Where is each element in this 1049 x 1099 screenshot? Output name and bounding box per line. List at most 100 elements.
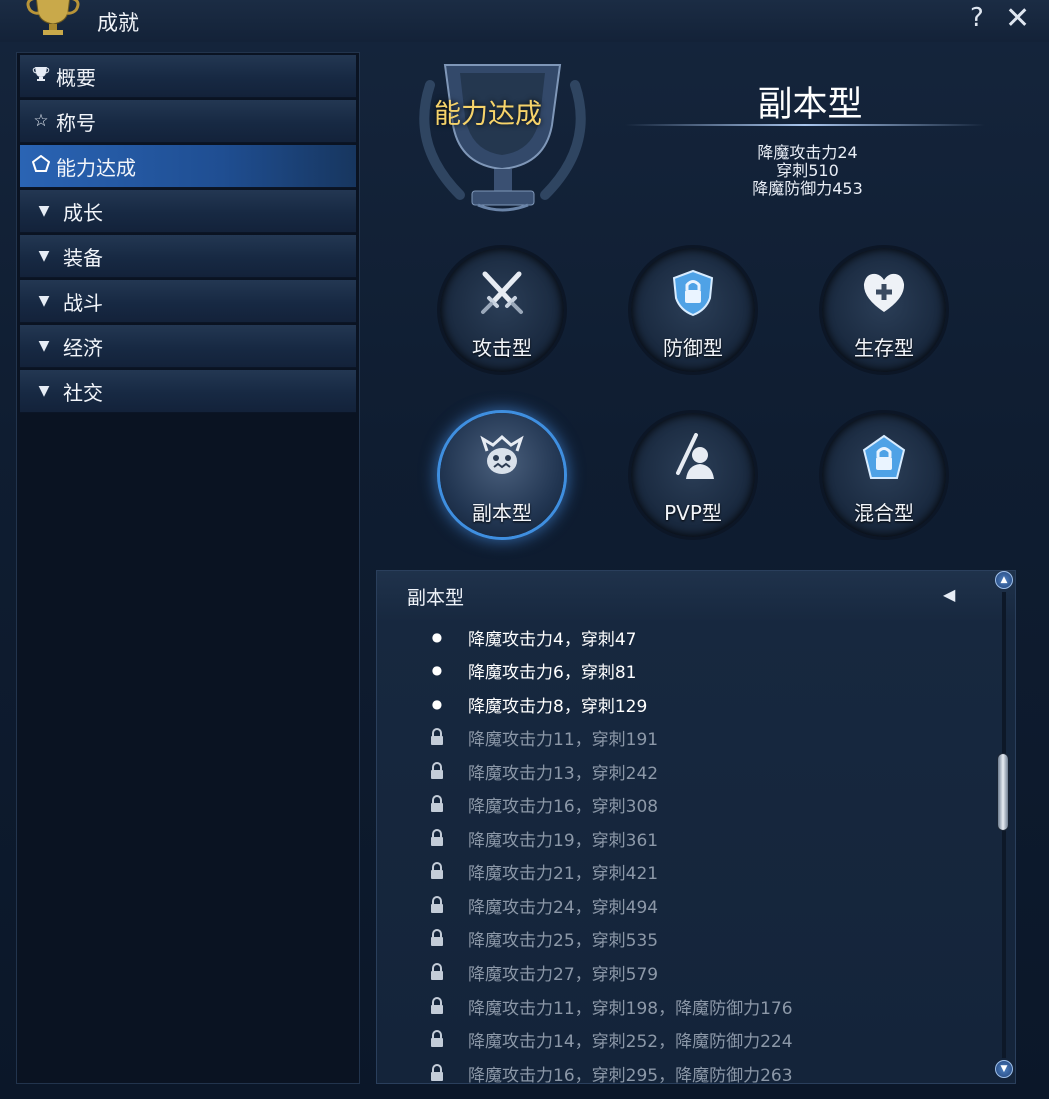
trophy-emblem-icon <box>419 64 586 212</box>
lock-icon <box>422 829 452 847</box>
help-button[interactable]: ? <box>970 3 984 33</box>
lock-icon <box>422 795 452 813</box>
sidebar-item-economy[interactable]: ▼ 经济 <box>20 325 356 368</box>
lock-icon <box>422 1064 452 1082</box>
type-label: PVP型 <box>664 501 722 525</box>
list-item-text: 降魔攻击力21，穿刺421 <box>468 863 659 884</box>
type-survival-button[interactable]: 生存型 <box>822 248 946 372</box>
sidebar-item-titles[interactable]: ☆ 称号 <box>20 100 356 143</box>
type-label: 攻击型 <box>472 336 532 360</box>
lock-icon <box>422 1030 452 1048</box>
stat-total: 降魔攻击力24 <box>757 143 858 162</box>
sidebar-item-social[interactable]: ▼ 社交 <box>20 370 356 413</box>
list-item-text: 降魔攻击力11，穿刺198，降魔防御力176 <box>468 998 793 1019</box>
list-item: 降魔攻击力14，穿刺252，降魔防御力224 <box>422 1024 793 1054</box>
type-label: 生存型 <box>854 336 914 360</box>
list-item-text: 降魔攻击力27，穿刺579 <box>468 964 659 985</box>
bullet-icon: ● <box>431 697 443 711</box>
lock-icon <box>422 728 452 746</box>
list-item-text: 降魔攻击力25，穿刺535 <box>468 930 659 951</box>
list-item-text: 降魔攻击力13，穿刺242 <box>468 763 659 784</box>
sidebar-item-label: 社交 <box>63 380 103 405</box>
lock-icon <box>422 929 452 947</box>
type-attack-button[interactable]: 攻击型 <box>440 248 564 372</box>
trophy-icon <box>26 0 80 35</box>
list-item: 降魔攻击力16，穿刺295，降魔防御力263 <box>422 1058 793 1084</box>
collapse-arrow-icon[interactable]: ◀ <box>943 585 955 604</box>
list-title: 副本型 <box>407 587 465 609</box>
list-item: ● 降魔攻击力8，穿刺129 <box>422 689 648 719</box>
triangle-down-icon: ▼ <box>38 383 50 399</box>
list-item-text: 降魔攻击力8，穿刺129 <box>468 696 648 717</box>
triangle-down-icon: ▼ <box>38 248 50 264</box>
pentagon-icon <box>30 154 52 178</box>
scroll-down-button[interactable]: ▼ <box>995 1060 1013 1078</box>
list-item: 降魔攻击力11，穿刺191 <box>422 722 658 752</box>
sidebar-item-label: 概要 <box>56 65 96 90</box>
list-item: 降魔攻击力11，穿刺198，降魔防御力176 <box>422 991 793 1021</box>
achievement-window: 成就 ? ✕ 概要 ☆ 称号 能力达成 ▼ 成长 ▼ 装备 ▼ 战斗 ▼ 经济 … <box>0 0 1049 1099</box>
close-button[interactable]: ✕ <box>1005 1 1030 36</box>
lock-icon <box>422 896 452 914</box>
list-item-text: 降魔攻击力16，穿刺295，降魔防御力263 <box>468 1065 793 1084</box>
sidebar-item-label: 成长 <box>63 200 103 225</box>
category-sidebar: 概要 ☆ 称号 能力达成 ▼ 成长 ▼ 装备 ▼ 战斗 ▼ 经济 ▼ 社交 <box>16 52 360 1084</box>
stat-total: 降魔防御力453 <box>752 179 863 198</box>
triangle-down-icon: ▼ <box>38 293 50 309</box>
shield-lock-icon <box>672 269 714 317</box>
list-item-text: 降魔攻击力14，穿刺252，降魔防御力224 <box>468 1031 793 1052</box>
sidebar-item-overview[interactable]: 概要 <box>20 55 356 98</box>
list-item-text: 降魔攻击力16，穿刺308 <box>468 796 659 817</box>
sidebar-item-label: 经济 <box>63 335 103 360</box>
list-item: 降魔攻击力19，穿刺361 <box>422 823 658 853</box>
star-outline-icon: ☆ <box>33 111 49 131</box>
sidebar-item-label: 装备 <box>63 245 103 270</box>
stat-total: 穿刺510 <box>776 161 839 180</box>
list-item: 降魔攻击力24，穿刺494 <box>422 890 658 920</box>
lock-icon <box>422 997 452 1015</box>
type-label: 防御型 <box>663 336 723 360</box>
hybrid-lock-icon <box>862 434 906 479</box>
header-divider <box>625 124 985 126</box>
list-item-text: 降魔攻击力19，穿刺361 <box>468 830 659 851</box>
window-title: 成就 <box>97 11 139 35</box>
scroll-up-button[interactable]: ▲ <box>995 571 1013 589</box>
type-label: 副本型 <box>472 501 532 525</box>
list-item: 降魔攻击力25，穿刺535 <box>422 923 658 953</box>
sidebar-item-combat[interactable]: ▼ 战斗 <box>20 280 356 323</box>
list-item-text: 降魔攻击力11，穿刺191 <box>468 729 659 750</box>
type-pvp-button[interactable]: PVP型 <box>631 413 755 537</box>
triangle-down-icon: ▼ <box>38 338 50 354</box>
list-item-text: 降魔攻击力4，穿刺47 <box>468 629 637 650</box>
sidebar-item-equipment[interactable]: ▼ 装备 <box>20 235 356 278</box>
list-item-text: 降魔攻击力24，穿刺494 <box>468 897 659 918</box>
crossed-swords-icon <box>481 271 523 314</box>
list-item: ● 降魔攻击力4，穿刺47 <box>422 622 637 652</box>
sidebar-item-label: 战斗 <box>63 290 103 315</box>
sidebar-item-ability[interactable]: 能力达成 <box>20 145 356 188</box>
sidebar-item-label: 能力达成 <box>56 155 136 180</box>
type-dungeon-button[interactable]: 副本型 <box>440 413 564 537</box>
pvp-figure-icon <box>676 433 714 479</box>
bullet-icon: ● <box>431 663 443 677</box>
list-item: 降魔攻击力13，穿刺242 <box>422 756 658 786</box>
type-defense-button[interactable]: 防御型 <box>631 248 755 372</box>
selected-type-title: 副本型 <box>757 85 863 125</box>
achievement-list: 副本型 ◀ ● 降魔攻击力4，穿刺47 ● 降魔攻击力6，穿刺81 ● 降魔攻击… <box>376 570 1016 1084</box>
bullet-icon: ● <box>431 630 443 644</box>
trophy-icon <box>30 66 52 87</box>
category-title: 能力达成 <box>434 99 542 130</box>
lock-icon <box>422 862 452 880</box>
list-item-text: 降魔攻击力6，穿刺81 <box>468 662 637 683</box>
scrollbar-thumb[interactable] <box>997 753 1009 831</box>
type-label: 混合型 <box>854 501 914 525</box>
lock-icon <box>422 762 452 780</box>
list-item: 降魔攻击力27，穿刺579 <box>422 957 658 987</box>
type-hybrid-button[interactable]: 混合型 <box>822 413 946 537</box>
list-item: 降魔攻击力16，穿刺308 <box>422 789 658 819</box>
sidebar-item-growth[interactable]: ▼ 成长 <box>20 190 356 233</box>
title-bar: 成就 ? ✕ <box>0 0 1049 42</box>
list-item: 降魔攻击力21，穿刺421 <box>422 856 658 886</box>
triangle-down-icon: ▼ <box>38 203 50 219</box>
heart-plus-icon <box>863 273 905 312</box>
